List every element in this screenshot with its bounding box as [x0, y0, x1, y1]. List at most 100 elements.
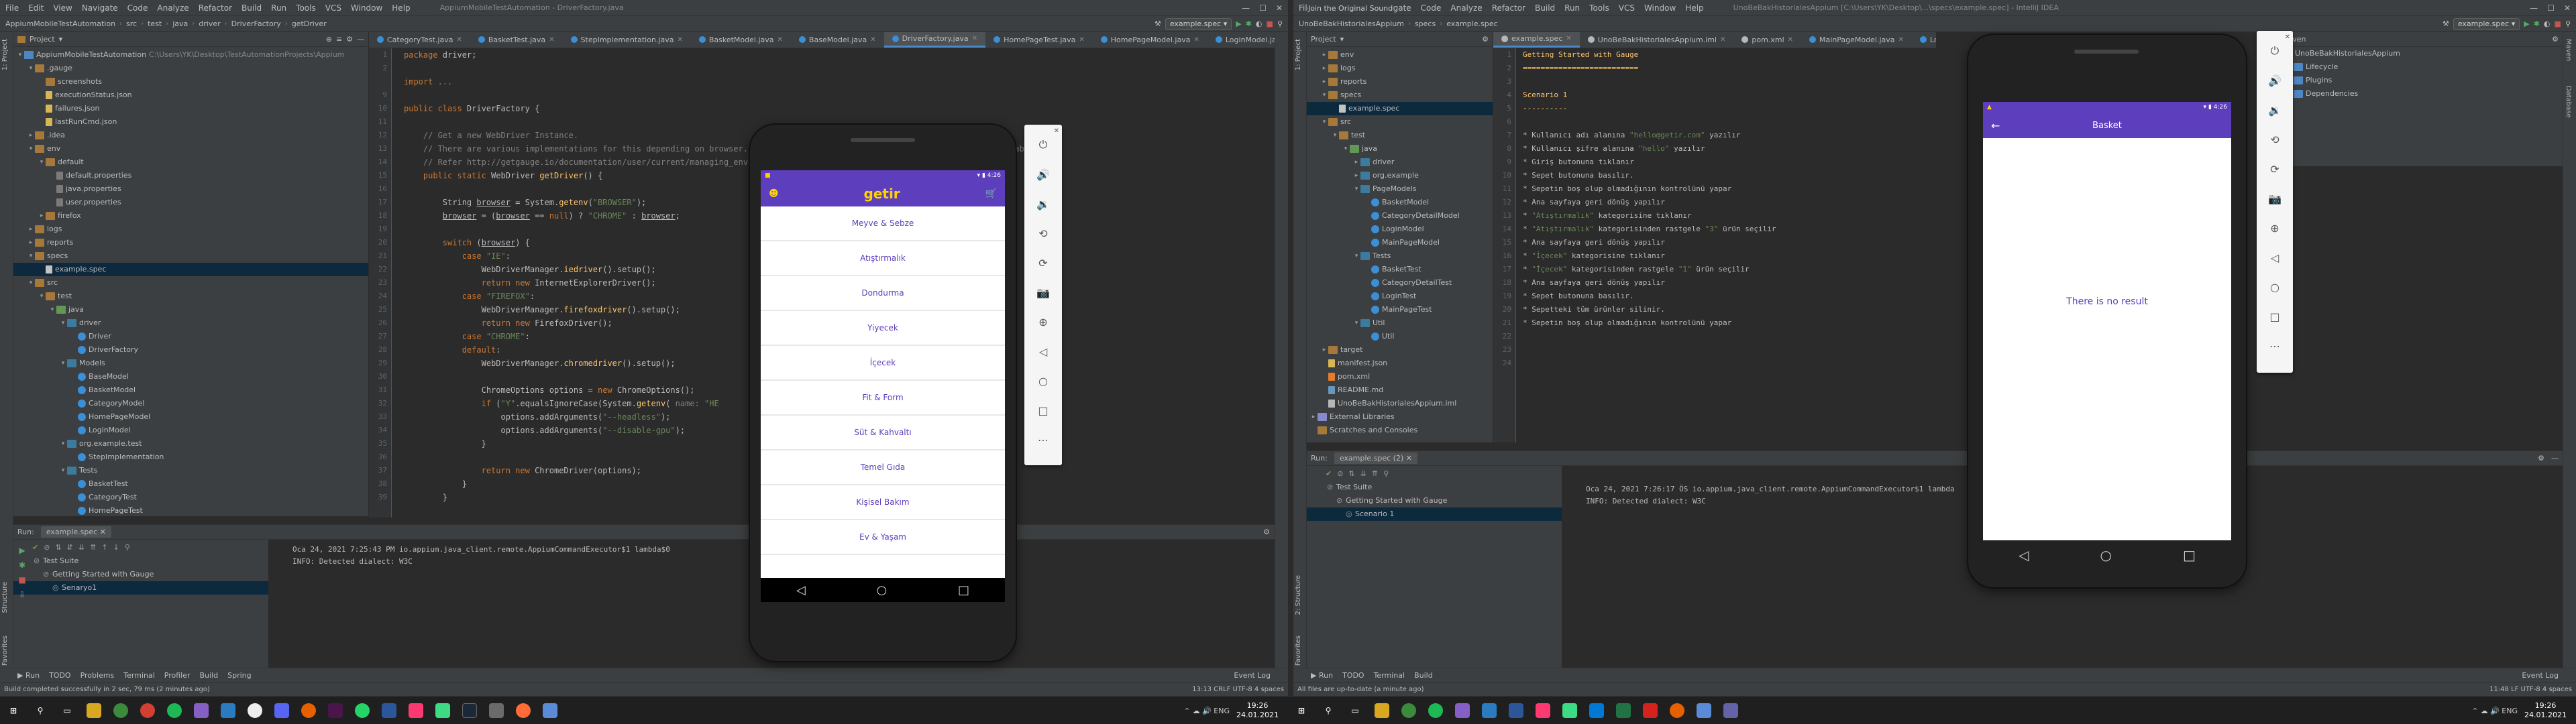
breadcrumb-item[interactable]: example.spec	[1446, 19, 1497, 28]
stop-icon[interactable]: ■	[16, 572, 28, 587]
chevron-right-icon[interactable]: ▸	[1320, 75, 1328, 88]
volume-up-icon[interactable]: 🔊	[1032, 160, 1055, 189]
tree-node[interactable]: CategoryTest	[13, 491, 368, 504]
chevron-down-icon[interactable]: ▾	[27, 142, 35, 156]
tree-node[interactable]: ▾ src	[13, 276, 368, 290]
basket-icon[interactable]: 🛒	[985, 188, 997, 199]
github-icon[interactable]	[248, 703, 262, 718]
hammer-icon[interactable]: ⚒	[2443, 19, 2449, 28]
prev-fail-icon[interactable]: ↑	[101, 543, 107, 552]
sort-icon[interactable]: ⇅	[55, 543, 61, 552]
chevron-right-icon[interactable]: ▸	[1309, 410, 1318, 424]
editor-tab[interactable]: BasketTest.java ✕	[470, 32, 563, 48]
chevron-down-icon[interactable]: ▾	[38, 156, 46, 169]
editor-tab[interactable]: example.spec ✕	[1493, 32, 1580, 48]
chevron-right-icon[interactable]: ▸	[1320, 48, 1328, 62]
rerun-icon[interactable]: ▶	[16, 543, 28, 558]
run-icon[interactable]: ▶	[2524, 19, 2529, 28]
chevron-right-icon[interactable]: ▸	[27, 223, 35, 236]
category-item[interactable]: İçecek	[761, 346, 1005, 381]
tree-node[interactable]: README.md	[1307, 383, 1493, 397]
test-node[interactable]: ◎ Senaryo1	[13, 581, 268, 595]
stop-icon[interactable]: ■	[1267, 19, 1273, 28]
hammer-icon[interactable]: ⚒	[1155, 19, 1161, 28]
explorer-icon[interactable]	[87, 703, 101, 718]
breadcrumb-item[interactable]: java	[172, 19, 188, 28]
maven-node[interactable]: Lifecycle	[2277, 60, 2563, 74]
tree-node[interactable]: pom.xml	[1307, 370, 1493, 383]
tree-node[interactable]: default.properties	[13, 169, 368, 182]
chrome-icon[interactable]	[113, 703, 128, 718]
tree-node[interactable]: CategoryDetailModel	[1307, 209, 1493, 223]
gear-icon[interactable]: ⚙	[346, 35, 353, 44]
tree-node[interactable]: HomePageTest	[13, 504, 368, 516]
breadcrumb-item[interactable]: AppiumMobileTestAutomation	[5, 19, 115, 28]
coverage-icon[interactable]: ◐	[1256, 19, 1263, 28]
test-node[interactable]: ⊘ Test Suite	[1307, 481, 1562, 494]
tree-node[interactable]: ▸ .idea	[13, 129, 368, 142]
tree-node[interactable]: ▾ Models	[13, 357, 368, 370]
run-icon[interactable]: ▶	[1236, 19, 1241, 28]
search-icon[interactable]: ⚲	[1277, 19, 1283, 28]
tree-node[interactable]: ▾ AppiumMobileTestAutomation C:\Users\YK\…	[13, 48, 368, 62]
maven-node[interactable]: UnoBeBakHistorialesAppium	[2277, 47, 2563, 60]
gear-icon[interactable]: ⚙	[2552, 35, 2559, 44]
back-icon[interactable]: ◁	[1032, 337, 1055, 366]
category-item[interactable]: Kişisel Bakım	[761, 485, 1005, 520]
category-item[interactable]: Atıştırmalık	[761, 241, 1005, 276]
category-item[interactable]: Ev & Yaşam	[761, 520, 1005, 555]
category-item[interactable]: Meyve & Sebze	[761, 206, 1005, 241]
tree-node[interactable]: ▸ env	[1307, 48, 1493, 62]
tree-node[interactable]: BasketTest	[13, 477, 368, 491]
breadcrumb-item[interactable]: specs	[1415, 19, 1436, 28]
volume-down-icon[interactable]: 🔉	[2263, 95, 2286, 125]
windows-start-icon[interactable]: ⊞	[6, 703, 21, 718]
category-item[interactable]: Yiyecek	[761, 311, 1005, 346]
tree-node[interactable]: ▾ specs	[13, 249, 368, 263]
stop-icon[interactable]: ⊘	[44, 543, 50, 552]
phone2-screen[interactable]: ▲ ▾ ▮ 4:26 ← Basket There is no result	[1983, 102, 2231, 540]
tool-tab-run[interactable]: ▶ Run	[17, 671, 40, 680]
power-icon[interactable]: ⏻	[2263, 36, 2286, 66]
chevron-down-icon[interactable]: ▾	[27, 249, 35, 263]
tree-node[interactable]: ▾ specs	[1307, 88, 1493, 102]
breadcrumb-item[interactable]: src	[126, 19, 137, 28]
more-icon[interactable]: ⋯	[1032, 425, 1055, 455]
chrome-icon[interactable]	[1401, 703, 1416, 718]
minimize-window-icon[interactable]: —	[2530, 3, 2538, 13]
windows-start-icon[interactable]: ⊞	[1294, 703, 1309, 718]
chevron-right-icon[interactable]: ▸	[1320, 343, 1328, 357]
structure-tool-tab[interactable]: Structure	[1, 582, 9, 613]
menu-item-navigate[interactable]: Navigate	[82, 3, 118, 13]
tool-tab-spring[interactable]: Spring	[227, 671, 252, 680]
home-nav-icon[interactable]: ○	[877, 583, 888, 597]
debug-icon[interactable]: ✱	[16, 558, 28, 572]
chevron-right-icon[interactable]: ▸	[27, 236, 35, 249]
zoom-icon[interactable]: ⚲	[1383, 469, 1389, 478]
editor-tab[interactable]: CategoryTest.java ✕	[369, 32, 470, 48]
next-fail-icon[interactable]: ↓	[113, 543, 119, 552]
close-window-icon[interactable]: ✕	[2564, 3, 2571, 13]
close-icon[interactable]: ✕	[1788, 36, 1793, 44]
search-icon[interactable]: ⚲	[33, 703, 48, 718]
chevron-down-icon[interactable]: ▾	[1352, 182, 1360, 196]
expand-all-icon[interactable]: ⇊	[1360, 469, 1366, 478]
notepad-icon[interactable]	[543, 703, 557, 718]
maven-node[interactable]: Dependencies	[2277, 87, 2563, 101]
zoom-icon[interactable]: ⊕	[1032, 307, 1055, 337]
tree-node[interactable]: Scratches and Consoles	[1307, 424, 1493, 437]
close-icon[interactable]: ✕	[1720, 36, 1725, 44]
tree-node[interactable]: manifest.json	[1307, 357, 1493, 370]
menu-item-vcs[interactable]: VCS	[325, 3, 341, 13]
maximize-window-icon[interactable]: ☐	[2547, 3, 2555, 13]
home-nav-icon[interactable]: ○	[2100, 547, 2112, 563]
tool-tab-build[interactable]: Build	[1414, 671, 1433, 680]
close-icon[interactable]: ✕	[1193, 36, 1199, 44]
intellij-icon[interactable]	[1536, 703, 1550, 718]
tree-node[interactable]: ▾ org.example.test	[13, 437, 368, 450]
menu-item-code[interactable]: Code	[1421, 3, 1442, 13]
back-icon[interactable]: ◁	[2263, 243, 2286, 272]
intellij-icon[interactable]	[409, 703, 423, 718]
editor-tab[interactable]: HomePageModel.java ✕	[1093, 32, 1208, 48]
menu-item-tools[interactable]: Tools	[296, 3, 316, 13]
